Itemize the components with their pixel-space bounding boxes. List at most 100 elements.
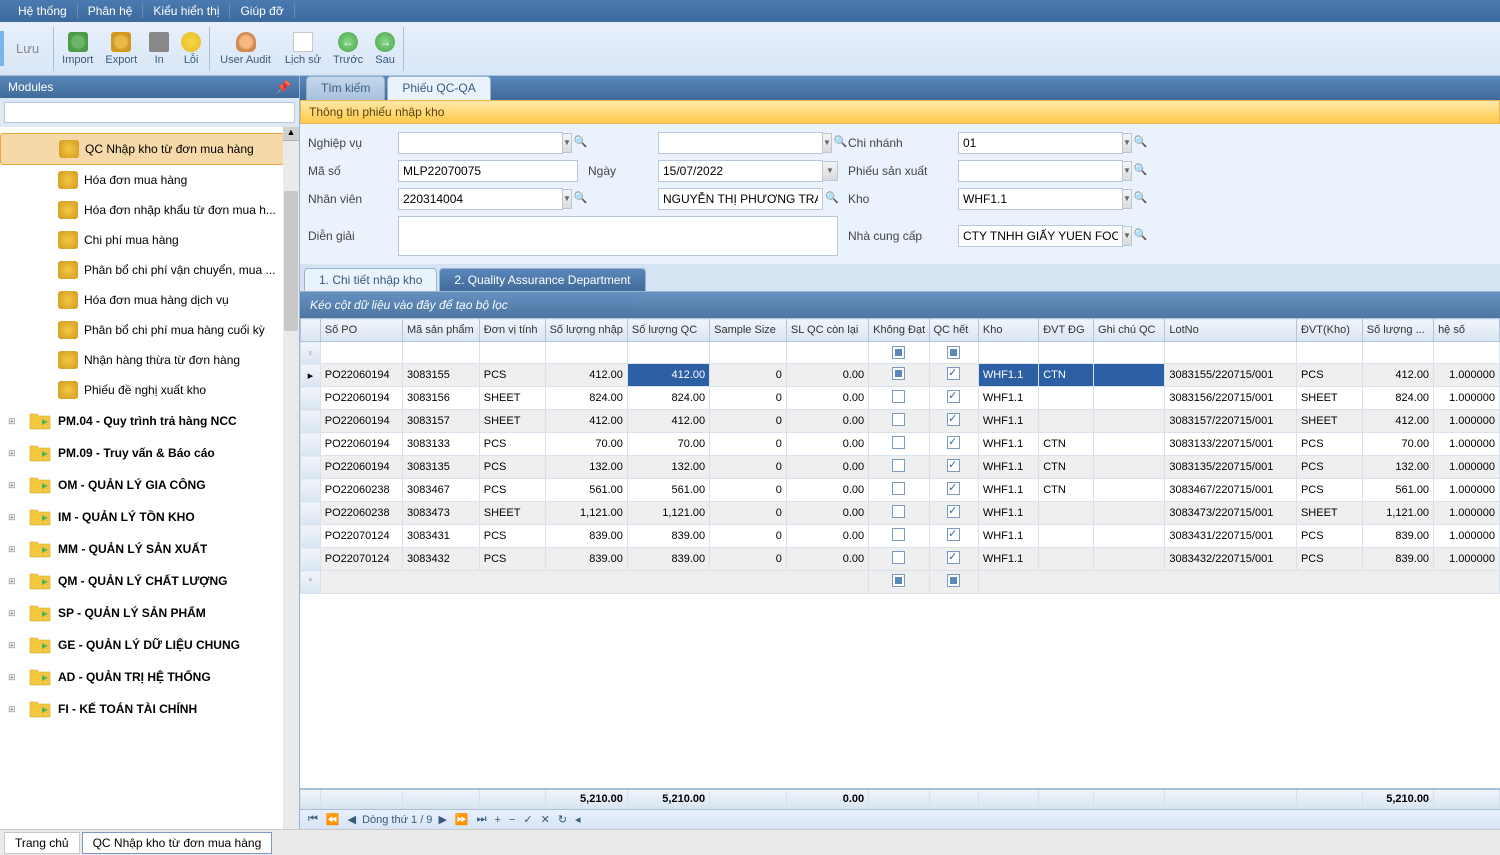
expander-icon[interactable]: ⊞ xyxy=(8,672,18,682)
pager-refresh[interactable]: ↻ xyxy=(556,813,569,826)
dropdown-icon[interactable]: ▼ xyxy=(563,133,572,153)
sidebar-scrollbar[interactable]: ▲ xyxy=(283,127,299,829)
tree-item-16[interactable]: ⊞GE - QUẢN LÝ DỮ LIỆU CHUNG xyxy=(0,629,299,661)
tree-item-8[interactable]: Phiếu đề nghị xuất kho xyxy=(0,375,299,405)
tree-item-3[interactable]: Chi phí mua hàng xyxy=(0,225,299,255)
table-row[interactable]: PO220602383083467PCS561.00561.0000.00WHF… xyxy=(301,479,1500,502)
expander-icon[interactable]: ⊞ xyxy=(8,640,18,650)
filter-checkbox[interactable] xyxy=(892,346,905,359)
expander-icon[interactable]: ⊞ xyxy=(8,704,18,714)
dropdown-icon[interactable]: ▼ xyxy=(1123,189,1132,209)
tree-item-17[interactable]: ⊞AD - QUẢN TRỊ HỆ THỐNG xyxy=(0,661,299,693)
khongdat-checkbox[interactable] xyxy=(892,390,905,403)
col-header[interactable]: Đơn vị tính xyxy=(479,319,545,342)
next-button[interactable]: →Sau xyxy=(369,30,401,68)
ncc-input[interactable] xyxy=(958,225,1123,247)
col-header[interactable]: Ghi chú QC xyxy=(1094,319,1165,342)
khongdat-checkbox[interactable] xyxy=(892,482,905,495)
tree-item-9[interactable]: ⊞PM.04 - Quy trình trả hàng NCC xyxy=(0,405,299,437)
pager-ok[interactable]: ✓ xyxy=(521,813,534,826)
qchet-checkbox[interactable] xyxy=(947,505,960,518)
expander-icon[interactable]: ⊞ xyxy=(8,480,18,490)
maso-input[interactable] xyxy=(398,160,578,182)
menu-modules[interactable]: Phân hệ xyxy=(78,4,144,18)
dropdown-icon[interactable]: ▼ xyxy=(823,161,838,181)
qchet-checkbox[interactable] xyxy=(947,390,960,403)
tree-item-12[interactable]: ⊞IM - QUẢN LÝ TỒN KHO xyxy=(0,501,299,533)
qchet-checkbox[interactable] xyxy=(947,367,960,380)
dropdown-icon[interactable]: ▼ xyxy=(1123,133,1132,153)
table-row[interactable]: PO220601943083133PCS70.0070.0000.00WHF1.… xyxy=(301,433,1500,456)
tree-item-2[interactable]: Hóa đơn nhập khẩu từ đơn mua h... xyxy=(0,195,299,225)
checkbox[interactable] xyxy=(892,574,905,587)
kho-input[interactable] xyxy=(958,188,1123,210)
import-button[interactable]: Import xyxy=(56,30,99,68)
nhanvien-input[interactable] xyxy=(398,188,563,210)
menu-system[interactable]: Hệ thống xyxy=(8,4,78,18)
diengiai-input[interactable] xyxy=(398,216,838,256)
pager-next-page[interactable]: ⏩ xyxy=(453,813,471,826)
pager-next[interactable]: ▶ xyxy=(436,813,448,826)
col-header[interactable]: Số PO xyxy=(320,319,402,342)
search-icon[interactable]: 🔍 xyxy=(574,189,588,209)
col-header[interactable]: SL QC còn lại xyxy=(786,319,868,342)
tab-qcqa[interactable]: Phiếu QC-QA xyxy=(387,76,490,100)
col-header[interactable]: Sample Size xyxy=(710,319,787,342)
error-button[interactable]: Lỗi xyxy=(175,30,207,68)
pager-remove[interactable]: − xyxy=(507,814,517,826)
table-row[interactable]: PO220601943083157SHEET412.00412.0000.00W… xyxy=(301,410,1500,433)
qchet-checkbox[interactable] xyxy=(947,551,960,564)
tree-item-1[interactable]: Hóa đơn mua hàng xyxy=(0,165,299,195)
col-header[interactable]: Số lượng nhập xyxy=(545,319,627,342)
khongdat-checkbox[interactable] xyxy=(892,436,905,449)
dropdown-icon[interactable]: ▼ xyxy=(823,133,832,153)
expander-icon[interactable]: ⊞ xyxy=(8,512,18,522)
checkbox[interactable] xyxy=(947,574,960,587)
search-icon[interactable]: 🔍 xyxy=(574,133,588,153)
tree-item-6[interactable]: Phân bổ chi phí mua hàng cuối kỳ xyxy=(0,315,299,345)
tree-item-18[interactable]: ⊞FI - KẾ TOÁN TÀI CHÍNH xyxy=(0,693,299,725)
search-icon[interactable]: 🔍 xyxy=(1134,133,1148,153)
expander-icon[interactable]: ⊞ xyxy=(8,448,18,458)
dropdown-icon[interactable]: ▼ xyxy=(1123,226,1132,246)
search-icon[interactable]: 🔍 xyxy=(825,189,839,209)
user-audit-button[interactable]: User Audit xyxy=(212,28,279,70)
khongdat-checkbox[interactable] xyxy=(892,528,905,541)
qchet-checkbox[interactable] xyxy=(947,436,960,449)
khongdat-checkbox[interactable] xyxy=(892,459,905,472)
khongdat-checkbox[interactable] xyxy=(892,505,905,518)
pager-prev-page[interactable]: ⏪ xyxy=(324,813,342,826)
tree-item-13[interactable]: ⊞MM - QUẢN LÝ SẢN XUẤT xyxy=(0,533,299,565)
pager-expand[interactable]: ◂ xyxy=(573,813,583,826)
history-button[interactable]: Lịch sử xyxy=(279,30,327,68)
expander-icon[interactable]: ⊞ xyxy=(8,576,18,586)
qchet-checkbox[interactable] xyxy=(947,459,960,472)
tree-item-5[interactable]: Hóa đơn mua hàng dịch vụ xyxy=(0,285,299,315)
expander-icon[interactable]: ⊞ xyxy=(8,544,18,554)
col-header[interactable]: hệ số xyxy=(1434,319,1500,342)
table-row[interactable]: PO220601943083135PCS132.00132.0000.00WHF… xyxy=(301,456,1500,479)
tab-search[interactable]: Tìm kiếm xyxy=(306,76,385,100)
search-icon[interactable]: 🔍 xyxy=(834,133,848,153)
col-header[interactable]: Mã sản phẩm xyxy=(403,319,480,342)
subtab-detail[interactable]: 1. Chi tiết nhập kho xyxy=(304,268,437,291)
khongdat-checkbox[interactable] xyxy=(892,367,905,380)
col-header[interactable]: Không Đạt xyxy=(869,319,929,342)
khongdat-checkbox[interactable] xyxy=(892,551,905,564)
tree-item-15[interactable]: ⊞SP - QUẢN LÝ SẢN PHẨM xyxy=(0,597,299,629)
group-by-bar[interactable]: Kéo cột dữ liệu vào đây để tạo bộ lọc xyxy=(300,292,1500,318)
tree-item-14[interactable]: ⊞QM - QUẢN LÝ CHẤT LƯỢNG xyxy=(0,565,299,597)
pager-last[interactable]: ⏭ xyxy=(475,813,489,826)
tree-item-10[interactable]: ⊞PM.09 - Truy vấn & Báo cáo xyxy=(0,437,299,469)
col-header[interactable]: QC hết xyxy=(929,319,978,342)
status-home[interactable]: Trang chủ xyxy=(4,832,80,854)
nhanvien-name-input[interactable] xyxy=(658,188,823,210)
col-header[interactable]: LotNo xyxy=(1165,319,1297,342)
chinhanh-input[interactable] xyxy=(958,132,1123,154)
prev-button[interactable]: ←Trước xyxy=(327,30,369,68)
menu-help[interactable]: Giúp đỡ xyxy=(230,4,294,18)
print-button[interactable]: In xyxy=(143,30,175,68)
ngay-input[interactable] xyxy=(658,160,823,182)
search-icon[interactable]: 🔍 xyxy=(1134,189,1148,209)
table-row[interactable]: PO220602383083473SHEET1,121.001,121.0000… xyxy=(301,502,1500,525)
